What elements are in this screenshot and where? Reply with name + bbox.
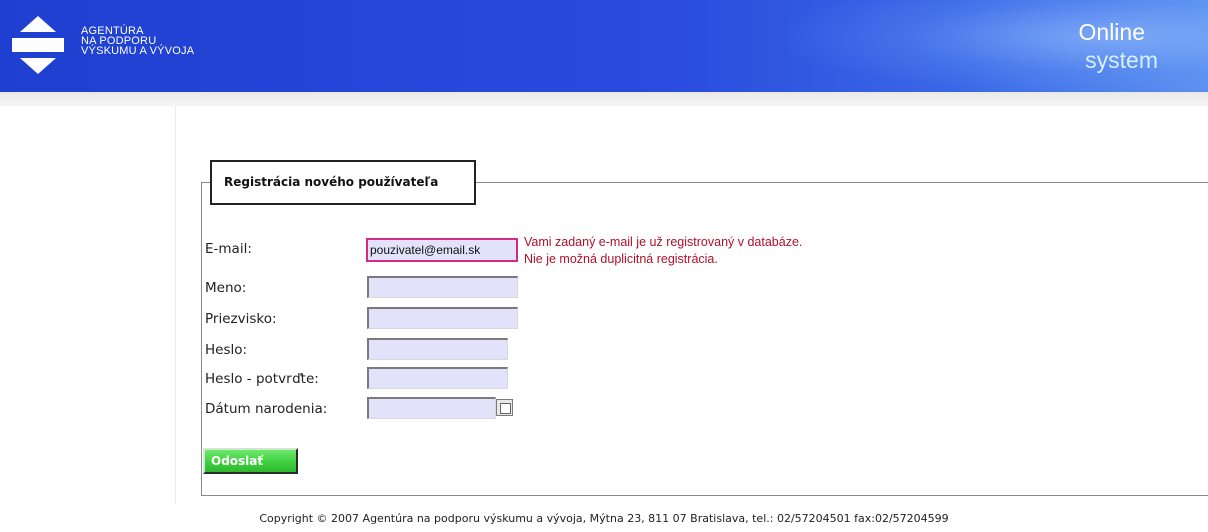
- birth-date-field[interactable]: [367, 397, 496, 419]
- heslo-confirm-label: Heslo - potvrďte:: [205, 371, 319, 387]
- submit-button[interactable]: Odoslať: [203, 448, 298, 474]
- header-subbar: [0, 92, 1208, 106]
- heslo-confirm-field[interactable]: [367, 367, 508, 389]
- priezvisko-field[interactable]: [367, 307, 518, 329]
- footer-copyright: Copyright © 2007 Agentúra na podporu výs…: [259, 512, 949, 525]
- priezvisko-label: Priezvisko:: [205, 311, 277, 327]
- registration-fieldset: [201, 182, 1208, 496]
- email-field[interactable]: pouzivatel@email.sk: [366, 238, 518, 262]
- header-banner: AGENTÚRA NA PODPORU VÝSKUMU A VÝVOJA Onl…: [0, 0, 1208, 92]
- datum-label: Dátum narodenia:: [205, 401, 328, 417]
- online-text: Online: [1078, 19, 1145, 45]
- error-line-2: Nie je možná duplicitná registrácia.: [524, 252, 718, 266]
- error-line-1: Vami zadaný e-mail je už registrovaný v …: [524, 235, 803, 249]
- email-error-message: Vami zadaný e-mail je už registrovaný v …: [524, 234, 802, 268]
- agency-line-3: VÝSKUMU A VÝVOJA: [81, 45, 195, 57]
- agency-name: AGENTÚRA NA PODPORU VÝSKUMU A VÝVOJA: [81, 26, 195, 57]
- header-glow: [788, 0, 1208, 92]
- heslo-label: Heslo:: [205, 342, 248, 358]
- system-text: system: [1085, 47, 1158, 73]
- registration-legend: Registrácia nového používateľa: [210, 160, 476, 205]
- meno-field[interactable]: [367, 276, 518, 298]
- heslo-field[interactable]: [367, 338, 508, 360]
- email-label: E-mail:: [205, 241, 252, 257]
- page: AGENTÚRA NA PODPORU VÝSKUMU A VÝVOJA Onl…: [0, 0, 1208, 532]
- left-sidebar: [0, 106, 176, 504]
- calendar-icon[interactable]: [496, 399, 513, 416]
- double-arrow-logo-icon: [12, 16, 64, 74]
- meno-label: Meno:: [205, 280, 247, 296]
